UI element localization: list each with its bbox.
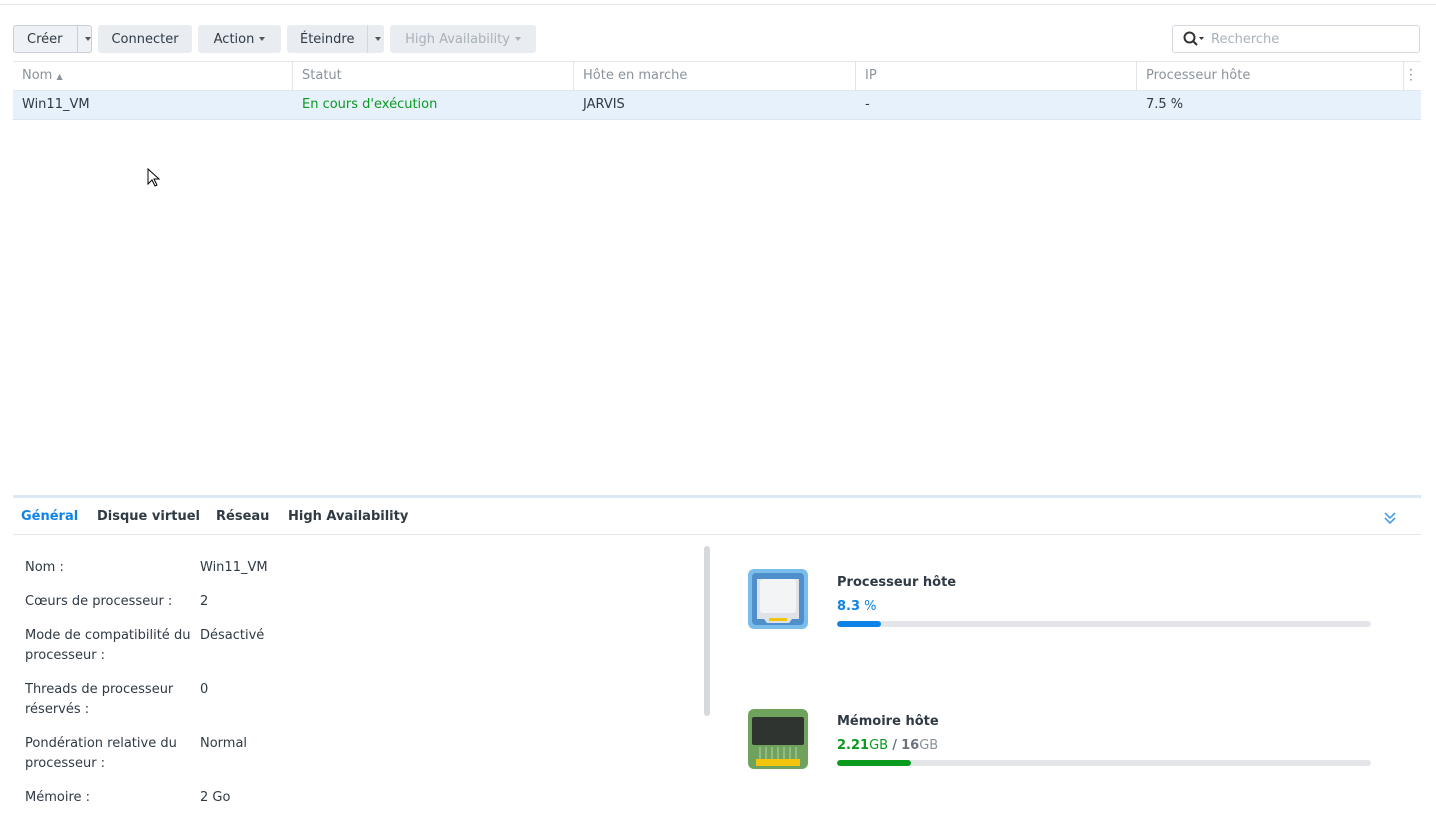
cpu-title: Processeur hôte (837, 575, 957, 590)
value-memory: 2 Go (200, 790, 231, 805)
create-label: Créer (27, 31, 63, 47)
column-label: Nom (22, 68, 53, 83)
memory-used: 2.21 (837, 738, 870, 753)
label-cpu-cores: Cœurs de processeur : (25, 594, 173, 609)
vm-status: En cours d'exécution (302, 97, 438, 112)
collapse-double-chevron-icon[interactable] (1383, 511, 1397, 525)
vm-host: JARVIS (583, 97, 625, 112)
cpu-progress-bar (837, 621, 1371, 627)
shutdown-label: Éteindre (300, 31, 355, 47)
memory-progress-fill (837, 760, 911, 766)
cpu-unit: % (864, 599, 877, 614)
memory-used-unit: GB (869, 738, 889, 753)
chevron-down-icon (514, 37, 521, 41)
tab-high-availability[interactable]: High Availability (288, 509, 408, 524)
column-header-name[interactable]: Nom ▲ (13, 62, 293, 90)
connect-button[interactable]: Connecter (98, 25, 192, 53)
column-header-ip[interactable]: IP (856, 62, 1137, 90)
column-header-cpu[interactable]: Processeur hôte (1137, 62, 1404, 90)
column-menu-icon[interactable]: · · · (1409, 64, 1413, 86)
mouse-cursor-icon (147, 168, 161, 187)
cpu-value: 8.3 % (837, 599, 877, 614)
column-header-status[interactable]: Statut (293, 62, 574, 90)
value-name: Win11_VM (200, 560, 268, 575)
details-scrollbar[interactable] (704, 546, 710, 716)
high-availability-label: High Availability (405, 31, 510, 47)
memory-title: Mémoire hôte (837, 714, 939, 729)
label-name: Nom : (25, 560, 64, 575)
details-panel: Général Disque virtuel Réseau High Avail… (13, 495, 1421, 818)
shutdown-dropdown-caret-icon[interactable] (375, 37, 381, 41)
create-button[interactable]: Créer (13, 25, 92, 53)
memory-progress-bar (837, 760, 1371, 766)
cpu-progress-fill (837, 621, 882, 627)
vm-ip: - (865, 97, 870, 112)
sort-ascending-icon: ▲ (56, 72, 63, 81)
chevron-down-icon (259, 37, 266, 41)
label-memory: Mémoire : (25, 790, 91, 805)
search-input[interactable] (1211, 31, 1411, 47)
cpu-percent: 8.3 (837, 599, 861, 614)
table-header: Nom ▲ Statut Hôte en marche IP Processeu… (13, 61, 1421, 91)
memory-value: 2.21GB / 16GB (837, 738, 938, 753)
action-button[interactable]: Action (198, 25, 281, 53)
tab-virtual-disk[interactable]: Disque virtuel (97, 509, 200, 524)
label-cpu-compat: Mode de compatibilité du processeur : (25, 628, 191, 663)
label-cpu-weight: Pondération relative du processeur : (25, 736, 177, 771)
high-availability-button[interactable]: High Availability (390, 25, 536, 53)
search-icon[interactable] (1183, 31, 1205, 47)
vm-name: Win11_VM (22, 97, 90, 112)
top-divider (0, 4, 1436, 5)
memory-separator: / (892, 738, 897, 753)
tab-network[interactable]: Réseau (216, 509, 269, 524)
memory-icon (748, 709, 808, 769)
table-row[interactable]: Win11_VM En cours d'exécution JARVIS - 7… (13, 91, 1421, 120)
cpu-icon (748, 569, 808, 629)
vm-cpu: 7.5 % (1146, 97, 1184, 112)
connect-label: Connecter (111, 31, 179, 47)
shutdown-button[interactable]: Éteindre (287, 25, 384, 53)
memory-total: 16 (901, 738, 920, 753)
value-cpu-cores: 2 (200, 594, 209, 609)
action-label: Action (213, 31, 255, 47)
value-cpu-threads: 0 (200, 682, 209, 697)
memory-total-unit: GB (919, 738, 939, 753)
column-header-host[interactable]: Hôte en marche (574, 62, 856, 90)
create-dropdown-caret-icon[interactable] (85, 37, 91, 41)
search-box[interactable] (1172, 25, 1420, 53)
value-cpu-weight: Normal (200, 736, 248, 751)
value-cpu-compat: Désactivé (200, 628, 265, 643)
label-cpu-threads: Threads de processeur réservés : (25, 682, 174, 717)
tab-general[interactable]: Général (21, 509, 78, 524)
details-tabs: Général Disque virtuel Réseau High Avail… (13, 498, 1421, 535)
